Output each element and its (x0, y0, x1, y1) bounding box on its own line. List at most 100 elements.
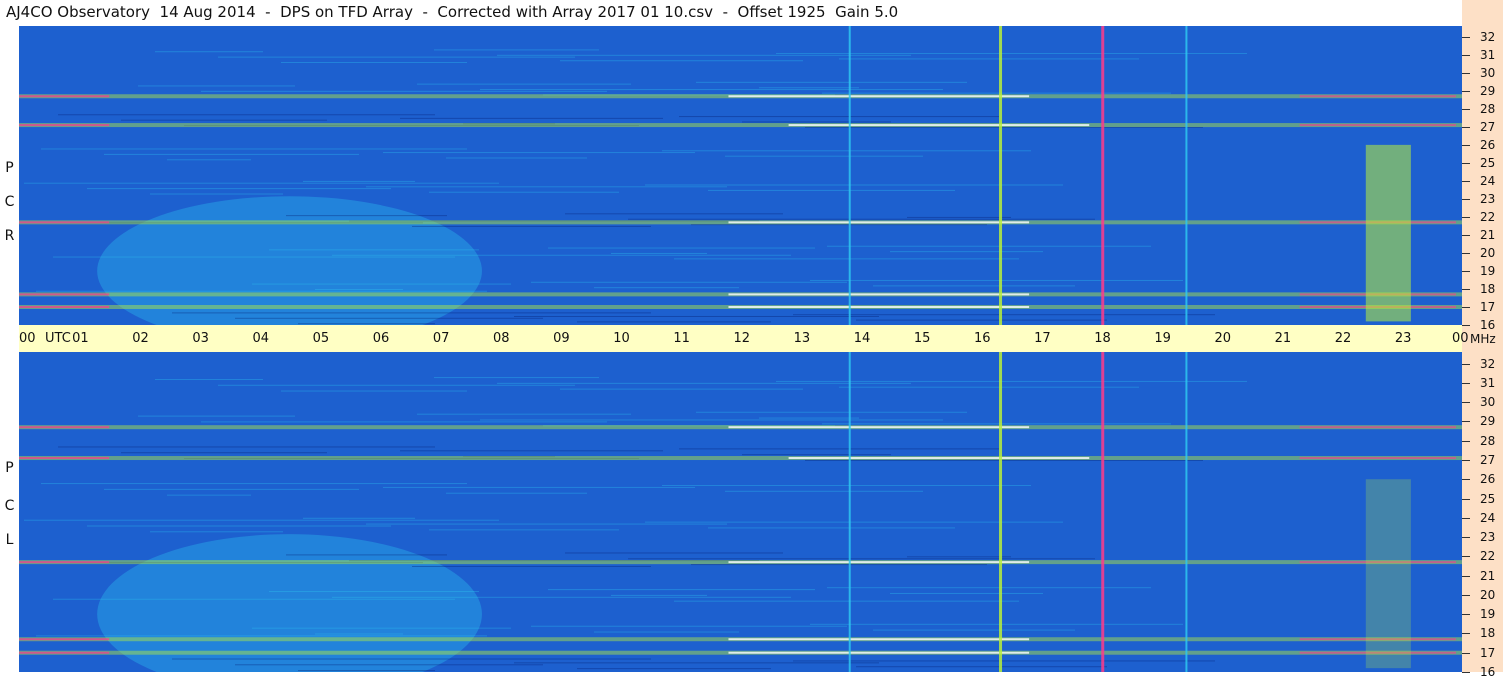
interference-band-core (788, 457, 1090, 460)
freq-tick-mark (1462, 163, 1470, 164)
noise-streak (873, 285, 1075, 287)
noise-streak (548, 589, 815, 591)
utc-unit-label: UTC (45, 331, 71, 346)
time-tick-label: 13 (793, 331, 811, 346)
interference-band (19, 123, 1462, 128)
noise-streak (577, 668, 771, 670)
lcp-spectrogram-svg (19, 352, 1462, 672)
noise-streak (793, 660, 1215, 662)
noise-streak (611, 594, 707, 596)
noise-streak (138, 415, 295, 417)
noise-streak (514, 315, 879, 317)
interference-band-left (19, 95, 110, 98)
freq-tick-mark (1462, 653, 1470, 654)
time-tick-label: 05 (312, 331, 330, 346)
freq-tick-label: 30 (1480, 395, 1496, 409)
noise-streak (58, 114, 435, 116)
noise-streak (725, 155, 923, 157)
noise-streak (269, 591, 479, 593)
noise-streak (856, 666, 1107, 668)
freq-tick-label: 29 (1480, 414, 1496, 428)
freq-tick-mark (1462, 479, 1470, 480)
freq-tick-mark (1462, 73, 1470, 74)
interference-band-left (19, 457, 110, 460)
freq-tick-mark (1462, 127, 1470, 128)
noise-streak (577, 321, 771, 323)
noise-streak (679, 116, 999, 118)
interference-band-core (728, 221, 1030, 224)
noise-streak (662, 485, 1031, 487)
freq-tick-mark (1462, 307, 1470, 308)
noise-streak (252, 627, 511, 629)
time-tick-label: 16 (974, 331, 991, 346)
freq-tick-label: 23 (1480, 530, 1496, 544)
noise-streak (679, 448, 999, 450)
time-tick-label: 19 (1154, 331, 1171, 346)
noise-streak (725, 490, 923, 492)
noise-streak (150, 531, 283, 533)
freq-tick-label: 28 (1480, 434, 1496, 448)
freq-tick-label: 25 (1480, 492, 1496, 506)
freq-tick-mark (1462, 199, 1470, 200)
interference-band-core (728, 651, 1030, 654)
time-tick-label: 07 (432, 331, 450, 346)
freq-tick-label: 21 (1480, 569, 1496, 583)
noise-streak (400, 117, 663, 119)
freq-tick-mark (1462, 235, 1470, 236)
noise-streak (890, 251, 1043, 253)
freq-tick-mark (1462, 37, 1470, 38)
freq-tick-mark (1462, 460, 1470, 461)
noise-streak (417, 413, 631, 415)
freq-tick-label: 27 (1480, 453, 1496, 467)
vertical-interference-line (848, 26, 851, 325)
freq-tick-mark (1462, 145, 1470, 146)
enhanced-region (1365, 479, 1411, 669)
rcp-label-strip: P C R (0, 26, 19, 325)
interference-band-right (1299, 457, 1456, 460)
freq-tick-label: 23 (1480, 192, 1496, 206)
interference-band-right (1299, 95, 1456, 98)
noise-streak (201, 90, 607, 92)
noise-streak (793, 314, 1215, 316)
noise-streak (41, 148, 467, 150)
time-tick-label: 21 (1274, 331, 1292, 346)
noise-streak (87, 188, 391, 190)
time-tick-label: 00 (19, 331, 36, 346)
freq-tick-label: 22 (1480, 210, 1496, 224)
freq-tick-label: 22 (1480, 549, 1496, 563)
noise-streak (383, 486, 695, 488)
freq-tick-mark (1462, 217, 1470, 218)
freq-tick-label: 32 (1480, 30, 1496, 44)
time-tick-label: 01 (72, 331, 89, 346)
noise-streak (121, 119, 327, 121)
noise-streak (480, 419, 943, 421)
interference-band-left (19, 638, 110, 641)
interference-band-left (19, 221, 110, 224)
time-tick-label: 15 (913, 331, 931, 346)
interference-band-core (728, 95, 1030, 98)
noise-streak (446, 157, 587, 159)
noise-streak (565, 213, 783, 215)
noise-streak (594, 631, 739, 633)
time-tick-label: 18 (1094, 331, 1111, 346)
noise-streak (514, 662, 879, 664)
freq-tick-label: 25 (1480, 156, 1496, 170)
noise-streak (218, 384, 575, 386)
freq-tick-mark (1462, 576, 1470, 577)
freq-tick-label: 28 (1480, 102, 1496, 116)
vertical-interference-line (999, 352, 1003, 672)
pol-letter-p-top: P (5, 160, 14, 176)
freq-tick-label: 18 (1480, 626, 1496, 640)
lcp-spectrogram (19, 352, 1462, 672)
noise-streak (560, 388, 803, 390)
noise-streak (303, 180, 415, 182)
freq-tick-label: 21 (1480, 228, 1496, 242)
freq-tick-label: 26 (1480, 138, 1496, 152)
noise-streak (281, 390, 467, 392)
noise-streak (235, 317, 543, 319)
noise-streak (121, 452, 327, 454)
interference-band-left (19, 561, 110, 564)
freq-tick-mark (1462, 289, 1470, 290)
noise-streak (611, 252, 707, 254)
noise-streak (810, 279, 1183, 281)
